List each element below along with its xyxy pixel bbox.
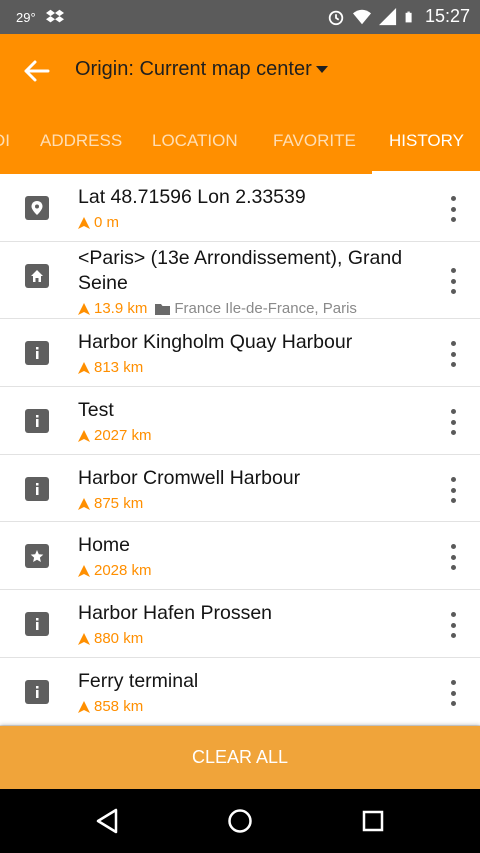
arrow-back-icon[interactable] xyxy=(20,56,56,86)
alarm-icon xyxy=(328,10,344,25)
distance-text: 0 m xyxy=(94,214,120,231)
more-options-icon[interactable] xyxy=(446,196,460,222)
item-title: <Paris> (13e Arrondissement), Grand Sein… xyxy=(78,247,403,294)
list-item[interactable]: Test 2027 km xyxy=(0,387,480,455)
info-icon xyxy=(25,409,49,433)
info-icon xyxy=(25,341,49,365)
more-options-icon[interactable] xyxy=(446,612,460,638)
more-options-icon[interactable] xyxy=(446,341,460,367)
triangle-down-icon xyxy=(315,66,328,73)
navigation-arrow-icon xyxy=(78,632,90,645)
info-icon xyxy=(25,477,49,501)
tab-favorite[interactable]: FAVORITE xyxy=(273,124,356,174)
more-options-icon[interactable] xyxy=(446,680,460,706)
item-distance: 13.9 km France Ile-de-France, Paris xyxy=(78,300,357,317)
item-title: Ferry terminal xyxy=(78,670,199,692)
item-distance: 2027 km xyxy=(78,427,152,444)
more-options-icon[interactable] xyxy=(446,544,460,570)
distance-text: 2027 km xyxy=(94,427,152,444)
info-icon xyxy=(25,680,49,704)
clear-all-button[interactable]: CLEAR ALL xyxy=(0,726,480,789)
folder-text: France Ile-de-France, Paris xyxy=(174,300,357,317)
list-item[interactable]: Harbor Cromwell Harbour 875 km xyxy=(0,455,480,522)
list-item[interactable]: Home 2028 km xyxy=(0,522,480,590)
more-options-icon[interactable] xyxy=(446,409,460,435)
distance-text: 875 km xyxy=(94,495,144,512)
system-nav-bar xyxy=(0,789,480,853)
wifi-icon xyxy=(352,9,371,24)
map-pin-icon xyxy=(25,196,49,220)
home-circle-icon[interactable] xyxy=(226,807,254,835)
item-title: Harbor Cromwell Harbour xyxy=(78,467,301,489)
navigation-arrow-icon xyxy=(78,302,90,315)
list-item[interactable]: Harbor Hafen Prossen 880 km xyxy=(0,590,480,658)
list-item[interactable]: <Paris> (13e Arrondissement), Grand Sein… xyxy=(0,242,480,319)
tab-poi[interactable]: OI xyxy=(0,124,10,174)
distance-text: 2028 km xyxy=(94,562,152,579)
navigation-arrow-icon xyxy=(78,216,90,229)
item-distance: 875 km xyxy=(78,495,143,512)
folder-info: France Ile-de-France, Paris xyxy=(155,300,357,317)
history-list: Lat 48.71596 Lon 2.33539 0 m <Paris> (13… xyxy=(0,174,480,726)
item-distance: 2028 km xyxy=(78,562,152,579)
home-icon xyxy=(25,264,49,288)
app-bar: Origin: Current map center OI ADDRESS LO… xyxy=(0,34,480,174)
distance-text: 813 km xyxy=(94,359,144,376)
list-item[interactable]: Ferry terminal 858 km xyxy=(0,658,480,726)
item-distance: 880 km xyxy=(78,630,143,647)
list-item[interactable]: Lat 48.71596 Lon 2.33539 0 m xyxy=(0,174,480,242)
tab-history[interactable]: HISTORY xyxy=(389,124,464,174)
navigation-arrow-icon xyxy=(78,700,90,713)
item-distance: 0 m xyxy=(78,214,119,231)
item-title: Harbor Hafen Prossen xyxy=(78,602,273,624)
item-distance: 813 km xyxy=(78,359,143,376)
status-bar: 29° 15:27 xyxy=(0,0,480,34)
tab-location[interactable]: LOCATION xyxy=(152,124,238,174)
battery-icon xyxy=(405,11,412,22)
temperature-text: 29° xyxy=(16,9,36,25)
tab-address[interactable]: ADDRESS xyxy=(40,124,122,174)
navigation-arrow-icon xyxy=(78,564,90,577)
item-title: Lat 48.71596 Lon 2.33539 xyxy=(78,186,306,208)
folder-icon xyxy=(155,303,171,315)
item-title: Test xyxy=(78,399,114,421)
navigation-arrow-icon xyxy=(78,361,90,374)
star-icon xyxy=(25,544,49,568)
more-options-icon[interactable] xyxy=(446,268,460,294)
origin-title: Origin: Current map center xyxy=(75,58,312,80)
item-distance: 858 km xyxy=(78,698,143,715)
item-title: Home xyxy=(78,534,131,556)
distance-text: 880 km xyxy=(94,630,144,647)
navigation-arrow-icon xyxy=(78,429,90,442)
tab-bar: OI ADDRESS LOCATION FAVORITE HISTORY xyxy=(0,124,480,174)
navigation-arrow-icon xyxy=(78,497,90,510)
distance-text: 13.9 km xyxy=(94,300,148,317)
info-icon xyxy=(25,612,49,636)
distance-text: 858 km xyxy=(94,698,144,715)
origin-selector[interactable]: Origin: Current map center xyxy=(75,58,328,81)
back-triangle-icon[interactable] xyxy=(94,807,122,835)
dropbox-icon xyxy=(45,9,64,23)
item-title: Harbor Kingholm Quay Harbour xyxy=(78,331,353,353)
recents-square-icon[interactable] xyxy=(359,807,387,835)
list-item[interactable]: Harbor Kingholm Quay Harbour 813 km xyxy=(0,319,480,387)
signal-icon xyxy=(378,7,397,25)
more-options-icon[interactable] xyxy=(446,477,460,503)
clock-text: 15:27 xyxy=(424,6,470,26)
